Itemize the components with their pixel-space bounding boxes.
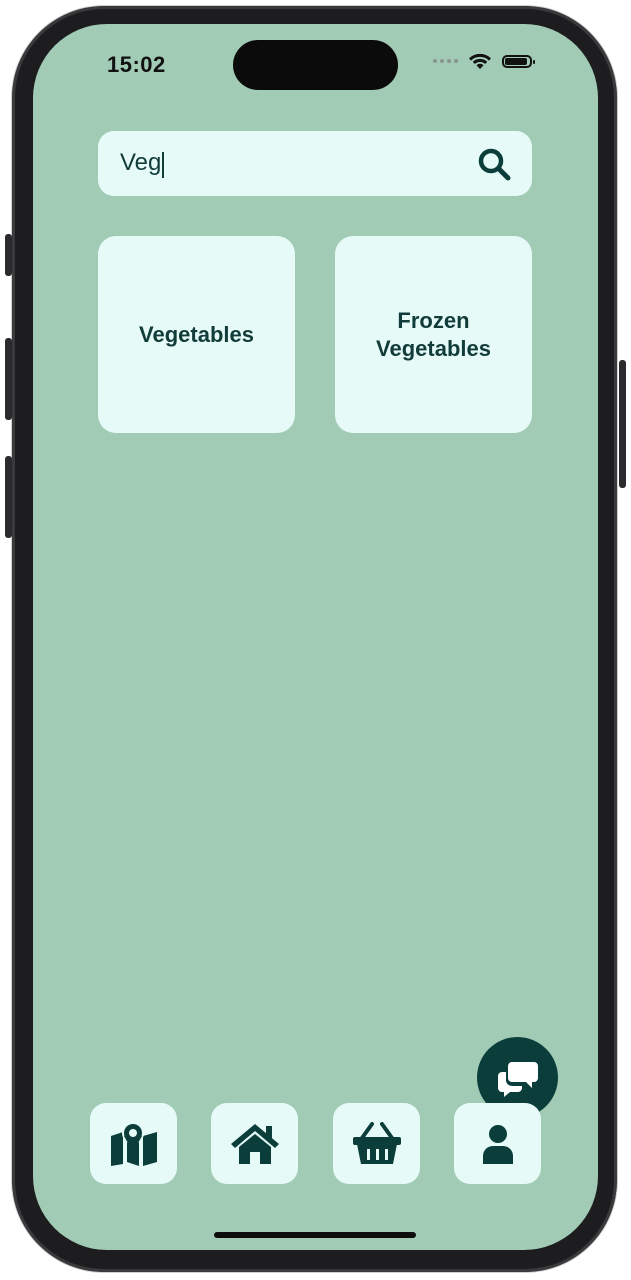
signal-icon [433, 59, 458, 63]
nav-basket-button[interactable] [333, 1103, 420, 1184]
category-label: Vegetables [139, 321, 254, 347]
status-time: 15:02 [107, 52, 166, 77]
nav-home-button[interactable] [211, 1103, 298, 1184]
dynamic-island [233, 40, 398, 90]
status-indicators [433, 52, 535, 70]
chat-bubbles-icon [497, 1061, 538, 1097]
search-input[interactable]: Veg [120, 149, 165, 179]
nav-profile-button[interactable] [454, 1103, 541, 1184]
battery-icon [502, 54, 535, 68]
category-tile-vegetables[interactable]: Vegetables [98, 236, 295, 433]
category-tile-frozen-vegetables[interactable]: Frozen Vegetables [335, 236, 532, 433]
map-marker-icon [110, 1121, 157, 1166]
wifi-icon [469, 53, 491, 69]
volume-down-button [5, 456, 12, 538]
category-label: Frozen Vegetables [376, 307, 491, 361]
text-caret [162, 152, 165, 179]
mute-switch [5, 234, 12, 276]
app-screen: 15:02 Veg Vegetables Frozen Vegetables [33, 24, 598, 1250]
search-icon[interactable] [476, 146, 512, 182]
volume-up-button [5, 338, 12, 420]
home-icon [230, 1123, 279, 1164]
search-bar[interactable]: Veg [98, 131, 532, 196]
power-button [619, 360, 626, 488]
nav-map-button[interactable] [90, 1103, 177, 1184]
user-icon [482, 1124, 513, 1164]
home-indicator[interactable] [214, 1232, 416, 1238]
basket-icon [352, 1121, 401, 1164]
